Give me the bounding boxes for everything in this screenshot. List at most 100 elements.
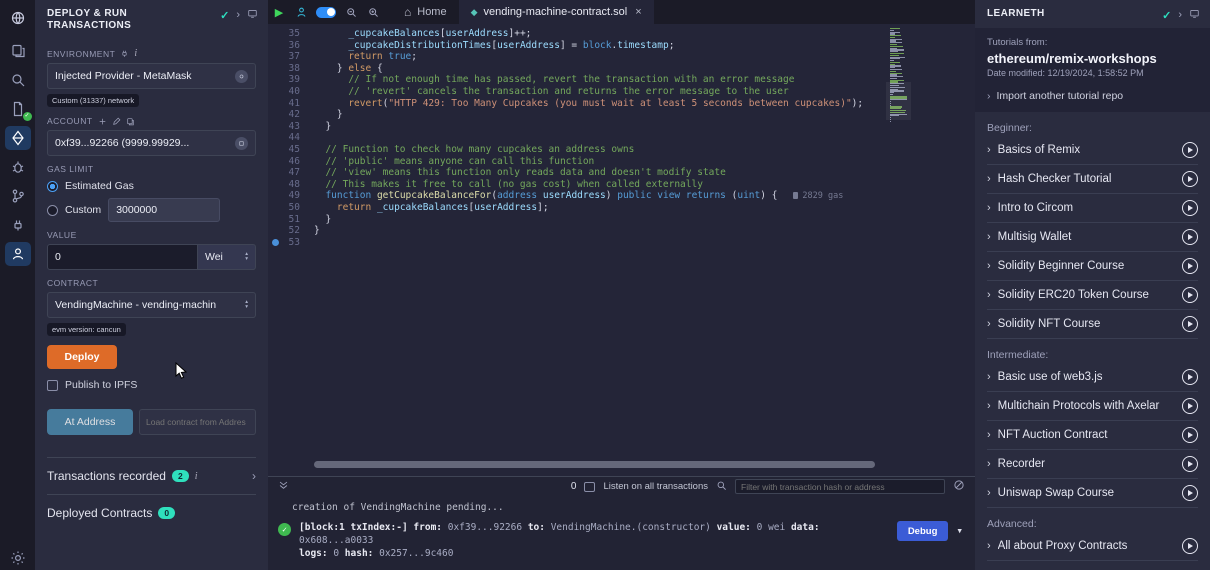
walkthrough-icon[interactable] [290, 1, 312, 23]
date-modified: Date modified: 12/19/2024, 1:58:52 PM [987, 68, 1198, 78]
solidity-file-icon: ◆ [471, 7, 478, 18]
run-script-icon[interactable]: ▶ [268, 1, 290, 23]
play-circle-icon[interactable] [1182, 142, 1198, 158]
learneth-icon[interactable] [5, 242, 31, 266]
account-copy-icon[interactable] [235, 137, 248, 150]
solidity-compiler-icon[interactable]: ✓ [5, 97, 31, 121]
zoom-out-icon[interactable] [340, 1, 362, 23]
spinner-icon[interactable]: ▴▾ [245, 252, 248, 262]
code-line: return true; [314, 51, 975, 63]
tutorial-item[interactable]: ›Solidity Beginner Course [987, 252, 1198, 281]
publish-ipfs-checkbox[interactable] [47, 380, 58, 391]
editor-toggle-switch[interactable] [316, 7, 336, 18]
tutorial-item[interactable]: ›NFT Auction Contract [987, 421, 1198, 450]
tutorial-item[interactable]: ›Uniswap Swap Course [987, 479, 1198, 508]
custom-gas-input[interactable] [108, 198, 220, 222]
at-address-button[interactable]: At Address [47, 409, 133, 435]
info-icon[interactable]: i [134, 48, 137, 59]
tutorial-item[interactable]: ›Basic use of web3.js [987, 363, 1198, 392]
estimated-gas-radio[interactable] [47, 181, 58, 192]
tutorial-item[interactable]: ›Recorder [987, 450, 1198, 479]
tutorial-item[interactable]: ›Multisig Wallet [987, 223, 1198, 252]
chevron-right-icon: › [987, 458, 991, 470]
file-explorer-icon[interactable] [5, 39, 31, 63]
copy-account-icon[interactable] [126, 117, 135, 126]
search-icon[interactable] [5, 68, 31, 92]
horizontal-scrollbar[interactable] [314, 461, 875, 468]
value-input[interactable] [47, 244, 198, 270]
play-circle-icon[interactable] [1182, 369, 1198, 385]
environment-select[interactable]: Injected Provider - MetaMask [47, 63, 256, 89]
deploy-button[interactable]: Deploy [47, 345, 117, 369]
popout-panel-icon[interactable] [1189, 8, 1200, 22]
tutorial-item[interactable]: ›Solidity NFT Course [987, 310, 1198, 339]
info-icon[interactable]: i [195, 471, 198, 482]
play-circle-icon[interactable] [1182, 538, 1198, 554]
settings-icon[interactable] [5, 546, 31, 570]
line-number: 53 [268, 237, 314, 249]
tutorial-item[interactable]: ›Basics of Remix [987, 136, 1198, 165]
chevron-right-icon: › [987, 318, 991, 330]
deployed-contracts-row[interactable]: Deployed Contracts 0 [35, 495, 268, 531]
play-circle-icon[interactable] [1182, 258, 1198, 274]
expand-terminal-icon[interactable] [278, 478, 289, 496]
tutorial-title: Multisig Wallet [998, 231, 1182, 243]
value-unit-select[interactable]: Wei ▴▾ [198, 244, 256, 270]
code-editor[interactable]: 35363738394041424344454647484950515253 _… [268, 24, 975, 476]
environment-plug-icon[interactable] [120, 49, 129, 58]
tutorial-item[interactable]: ›Intro to Circom [987, 194, 1198, 223]
add-account-icon[interactable] [98, 117, 107, 126]
code-line: } [314, 225, 975, 237]
collapse-panel-icon[interactable]: › [1178, 9, 1182, 21]
tutorial-item[interactable]: ›Solidity ERC20 Token Course [987, 281, 1198, 310]
debugger-icon[interactable] [5, 155, 31, 179]
debug-button[interactable]: Debug [897, 521, 949, 541]
zoom-in-icon[interactable] [362, 1, 384, 23]
custom-gas-radio[interactable] [47, 205, 58, 216]
tutorial-item[interactable]: ›All about Proxy Contracts [987, 532, 1198, 561]
minimap-viewport[interactable] [886, 82, 911, 120]
transaction-result-row[interactable]: ✓ [block:1 txIndex:-] from: 0xf39...9226… [268, 513, 975, 560]
chevron-right-icon: › [987, 144, 991, 156]
contract-spinner-icon[interactable]: ▴▾ [245, 300, 248, 310]
tutorial-item[interactable]: ›Multichain Protocols with Axelar [987, 392, 1198, 421]
tutorial-item[interactable]: ›Hash Checker Tutorial [987, 165, 1198, 194]
remix-logo-icon [5, 6, 31, 30]
listen-transactions-checkbox[interactable] [584, 482, 595, 492]
editor-tabstrip: ▶ ⌂ Home ◆ vending-machine-contract.sol … [268, 0, 975, 24]
transactions-recorded-row[interactable]: Transactions recorded 2 i › [35, 458, 268, 494]
play-circle-icon[interactable] [1182, 427, 1198, 443]
play-circle-icon[interactable] [1182, 200, 1198, 216]
popout-panel-icon[interactable] [247, 8, 258, 22]
play-circle-icon[interactable] [1182, 287, 1198, 303]
line-number: 38 [268, 63, 314, 75]
play-circle-icon[interactable] [1182, 456, 1198, 472]
edit-account-icon[interactable] [112, 117, 121, 126]
play-circle-icon[interactable] [1182, 229, 1198, 245]
play-circle-icon[interactable] [1182, 171, 1198, 187]
plugin-manager-icon[interactable] [5, 213, 31, 237]
import-repo-link[interactable]: ›Import another tutorial repo [987, 90, 1198, 102]
collapse-panel-icon[interactable]: › [236, 9, 240, 21]
tab-home[interactable]: ⌂ Home [392, 0, 459, 24]
expand-transaction-icon[interactable]: ▾ [956, 524, 963, 537]
deployed-contracts-label: Deployed Contracts [47, 506, 152, 520]
breakpoint-dot[interactable] [272, 239, 279, 246]
clear-console-icon[interactable] [953, 478, 965, 496]
play-circle-icon[interactable] [1182, 398, 1198, 414]
environment-settings-icon[interactable] [235, 70, 248, 83]
deploy-run-icon[interactable] [5, 126, 31, 150]
chevron-right-icon: › [987, 260, 991, 272]
custom-gas-label: Custom [65, 204, 101, 216]
at-address-input[interactable] [139, 409, 256, 435]
terminal-filter-input[interactable] [735, 479, 945, 494]
account-select[interactable]: 0xf39...92266 (9999.99929... [47, 130, 256, 156]
chevron-right-icon[interactable]: › [252, 469, 256, 483]
play-circle-icon[interactable] [1182, 316, 1198, 332]
play-circle-icon[interactable] [1182, 485, 1198, 501]
contract-select[interactable]: VendingMachine - vending-machin ▴▾ [47, 292, 256, 318]
code-line: // Function to check how many cupcakes a… [314, 144, 975, 156]
close-tab-icon[interactable]: × [635, 6, 641, 18]
git-icon[interactable] [5, 184, 31, 208]
tab-contract-file[interactable]: ◆ vending-machine-contract.sol × [459, 0, 654, 24]
